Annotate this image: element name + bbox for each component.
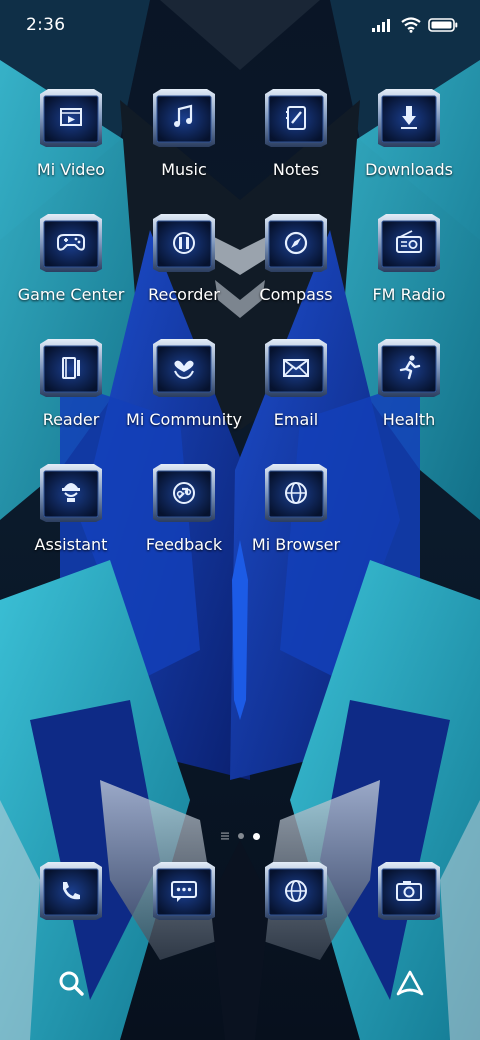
app-label: Mi Browser	[251, 535, 341, 554]
app-assistant[interactable]: Assistant	[15, 463, 127, 583]
book-reader-icon	[38, 338, 104, 398]
status-bar: 2:36	[0, 0, 480, 50]
radio-icon	[376, 213, 442, 273]
signal-icon	[372, 19, 390, 32]
page-dot-active[interactable]	[252, 832, 260, 840]
dock-camera[interactable]	[353, 861, 465, 931]
gamepad-icon	[38, 213, 104, 273]
music-note-icon	[151, 88, 217, 148]
wifi-icon	[401, 17, 421, 33]
app-mi-community[interactable]: Mi Community	[126, 338, 242, 458]
app-game-center[interactable]: Game Center	[15, 213, 127, 333]
search-icon[interactable]	[56, 968, 88, 1000]
app-label: FM Radio	[372, 285, 446, 304]
dock-phone[interactable]	[15, 861, 127, 931]
app-recorder[interactable]: Recorder	[128, 213, 240, 333]
message-icon	[151, 861, 217, 921]
download-arrow-icon	[376, 88, 442, 148]
app-label: Downloads	[365, 160, 453, 179]
app-fm-radio[interactable]: FM Radio	[353, 213, 465, 333]
bottom-controls	[0, 960, 480, 1004]
app-feedback[interactable]: Feedback	[128, 463, 240, 583]
recorder-icon	[151, 213, 217, 273]
status-icons	[372, 15, 458, 35]
assistant-shortcut-icon[interactable]	[394, 968, 426, 1000]
envelope-icon	[263, 338, 329, 398]
community-heart-icon	[151, 338, 217, 398]
notebook-icon	[263, 88, 329, 148]
feedback-icon	[151, 463, 217, 523]
app-label: Health	[382, 410, 436, 429]
battery-icon	[428, 18, 458, 32]
phone-icon	[38, 861, 104, 921]
page-dot[interactable]	[237, 833, 244, 839]
dock-browser[interactable]	[240, 861, 352, 931]
globe-icon	[263, 463, 329, 523]
app-reader[interactable]: Reader	[15, 338, 127, 458]
app-mi-video[interactable]: Mi Video	[15, 88, 127, 208]
app-downloads[interactable]: Downloads	[353, 88, 465, 208]
status-time: 2:36	[26, 15, 66, 35]
app-email[interactable]: Email	[240, 338, 352, 458]
menu-lines-icon	[220, 832, 229, 840]
app-music[interactable]: Music	[128, 88, 240, 208]
page-indicator	[0, 826, 480, 846]
video-icon	[38, 88, 104, 148]
running-person-icon	[376, 338, 442, 398]
app-notes[interactable]: Notes	[240, 88, 352, 208]
browser-globe-icon	[263, 861, 329, 921]
assistant-icon	[38, 463, 104, 523]
app-mi-browser[interactable]: Mi Browser	[240, 463, 352, 583]
app-compass[interactable]: Compass	[240, 213, 352, 333]
camera-icon	[376, 861, 442, 921]
dock-messages[interactable]	[128, 861, 240, 931]
compass-icon	[263, 213, 329, 273]
app-health[interactable]: Health	[353, 338, 465, 458]
